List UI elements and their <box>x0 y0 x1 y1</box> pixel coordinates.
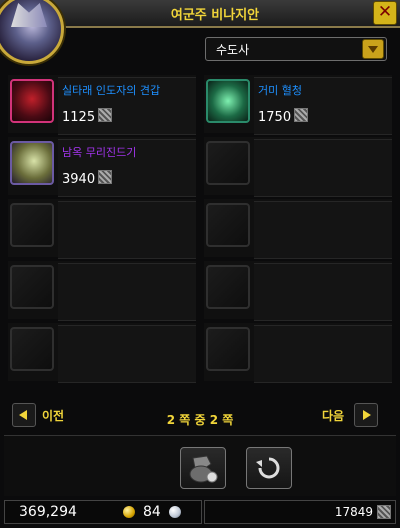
item-name: 거미 혈청 <box>258 84 302 97</box>
token-amount: 17849 <box>334 505 373 519</box>
vendor-item-slot[interactable]: 거미 혈청 1750 <box>204 75 392 135</box>
filter-selected: 수도사 <box>216 43 250 57</box>
vendor-window: 여군주 비나지안 ✕ 수도사 실타래 인도자의 견갑 1125 거미 혈청 17… <box>0 0 400 528</box>
empty-slot <box>204 199 392 259</box>
chevron-left-icon <box>19 410 27 420</box>
filter-dropdown[interactable]: 수도사 <box>205 37 387 61</box>
chevron-down-icon[interactable] <box>362 39 384 59</box>
pagination: 이전 2 쪽 중 2 쪽 다음 <box>10 403 390 429</box>
pauldron-icon[interactable] <box>10 79 54 123</box>
empty-slot <box>8 323 196 383</box>
gold-amount: 369,294 <box>19 504 77 520</box>
page-indicator: 2 쪽 중 2 쪽 <box>166 413 234 427</box>
vendor-item-slot[interactable]: 실타래 인도자의 견갑 1125 <box>8 75 196 135</box>
serum-icon[interactable] <box>206 79 250 123</box>
item-price: 1125 <box>62 108 113 125</box>
empty-slot-icon <box>206 203 250 247</box>
silver-coin-icon <box>169 506 181 518</box>
item-name: 실타래 인도자의 견갑 <box>62 84 161 97</box>
empty-slot-icon <box>206 141 250 185</box>
window-title: 여군주 비나지안 <box>170 8 260 23</box>
item-price: 3940 <box>62 170 113 187</box>
item-price: 1750 <box>258 108 309 125</box>
sell-junk-button[interactable] <box>180 447 226 489</box>
money-display: 369,294 84 <box>4 500 202 524</box>
npc-portrait <box>0 0 64 64</box>
next-label[interactable]: 다음 <box>322 407 344 424</box>
empty-slot <box>204 261 392 321</box>
currency-bar: 369,294 84 17849 <box>4 500 396 524</box>
empty-slot-icon <box>10 203 54 247</box>
refresh-icon <box>256 457 280 479</box>
item-name: 남옥 무리진드기 <box>62 146 137 159</box>
empty-slot <box>8 261 196 321</box>
currency-token-icon <box>294 108 309 122</box>
chevron-right-icon <box>363 410 371 420</box>
bag-icon <box>189 455 218 483</box>
close-button[interactable]: ✕ <box>373 1 397 25</box>
empty-slot-icon <box>206 265 250 309</box>
empty-slot-icon <box>10 327 54 371</box>
empty-slot <box>204 137 392 197</box>
gold-coin-icon <box>123 506 135 518</box>
empty-slot-icon <box>10 265 54 309</box>
currency-token-icon <box>98 108 113 122</box>
mount-icon[interactable] <box>10 141 54 185</box>
empty-slot <box>8 199 196 259</box>
prev-page-button[interactable] <box>12 403 36 427</box>
currency-token-icon <box>98 170 113 184</box>
empty-slot-icon <box>206 327 250 371</box>
prev-label[interactable]: 이전 <box>42 407 64 424</box>
next-page-button[interactable] <box>354 403 378 427</box>
buyback-button[interactable] <box>246 447 292 489</box>
item-grid: 실타래 인도자의 견갑 1125 거미 혈청 1750 남옥 무리진드기 394… <box>8 75 392 385</box>
token-display: 17849 <box>204 500 396 524</box>
close-icon: ✕ <box>377 2 393 22</box>
silver-amount: 84 <box>143 504 161 520</box>
vendor-item-slot[interactable]: 남옥 무리진드기 3940 <box>8 137 196 197</box>
empty-slot <box>204 323 392 383</box>
currency-token-icon <box>377 505 391 519</box>
